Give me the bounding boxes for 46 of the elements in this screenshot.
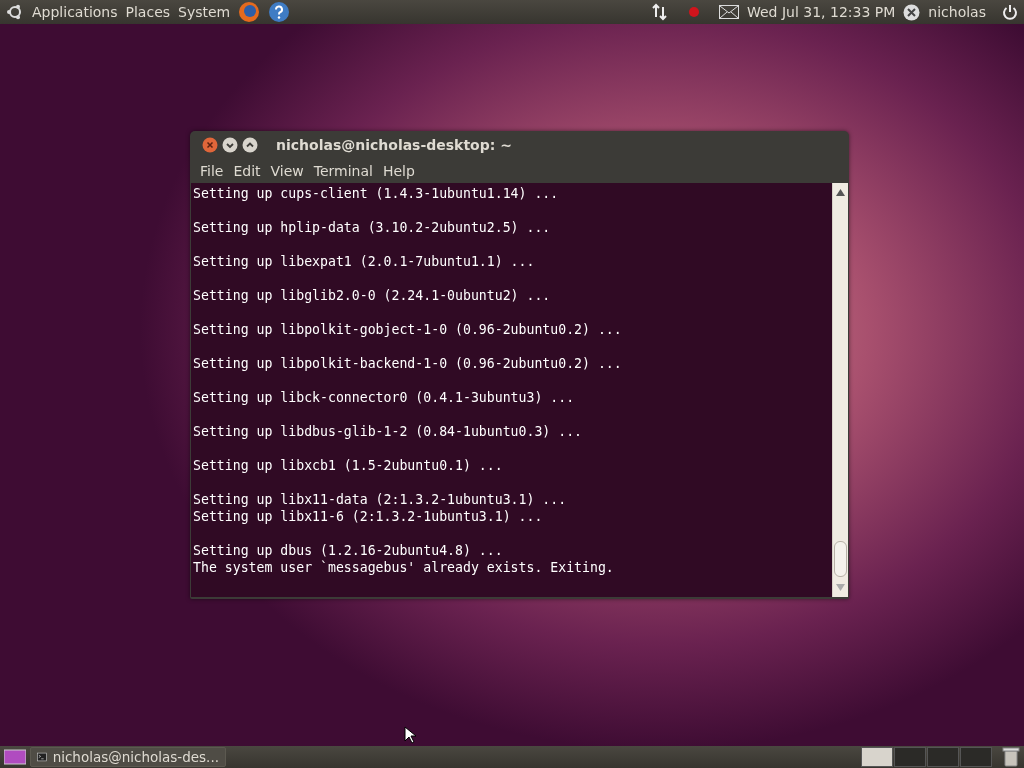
power-icon[interactable]	[1002, 4, 1018, 20]
terminal-line: Setting up dbus (1.2.16-2ubuntu4.8) ...	[193, 542, 504, 559]
taskbar-button[interactable]: nicholas@nicholas-des...	[30, 747, 226, 767]
window-title: nicholas@nicholas-desktop: ~	[276, 136, 512, 153]
browser-globe-icon[interactable]	[238, 1, 261, 23]
scrollbar-thumb[interactable]	[834, 541, 847, 577]
network-arrows-icon[interactable]	[650, 3, 669, 21]
menu-item[interactable]: Edit	[228, 162, 266, 179]
terminal-line: Setting up libpolkit-backend-1-0 (0.96-2ubuntu0.2) ...	[193, 355, 623, 372]
workspace-switcher-cell[interactable]	[960, 747, 992, 767]
close-icon[interactable]	[202, 136, 218, 153]
workspace-switcher-cell[interactable]	[894, 747, 926, 767]
panel-menu[interactable]: Applications	[32, 4, 118, 20]
minimize-icon[interactable]	[222, 136, 238, 153]
record-dot-icon[interactable]	[688, 7, 699, 17]
terminal-line: Setting up hplip-data (3.10.2-2ubuntu2.5) ...	[193, 219, 552, 236]
terminal-line: Setting up cups-client (1.4.3-1ubuntu1.14) ...	[193, 185, 560, 202]
user-name[interactable]: nicholas	[928, 4, 986, 20]
terminal-line: Setting up libx11-data (2:1.3.2-1ubuntu3.1) ...	[193, 491, 568, 508]
maximize-icon[interactable]	[242, 136, 258, 153]
menu-item[interactable]: View	[265, 162, 309, 179]
scroll-up-icon[interactable]	[836, 189, 845, 196]
menu-item[interactable]: Terminal	[308, 162, 378, 179]
help-icon[interactable]	[268, 1, 291, 23]
panel-menu[interactable]: Places	[125, 4, 171, 20]
menu-item[interactable]: File	[195, 162, 229, 179]
clock[interactable]: Wed Jul 31, 12:33 PM	[746, 4, 896, 20]
envelope-icon[interactable]	[718, 5, 739, 19]
ubuntu-logo-icon[interactable]	[6, 3, 24, 21]
terminal-line: Setting up libx11-6 (2:1.3.2-1ubuntu3.1) ...	[193, 508, 544, 525]
scrollbar[interactable]	[832, 183, 848, 597]
workspace-switcher-cell[interactable]	[927, 747, 959, 767]
terminal-line: Setting up libpolkit-gobject-1-0 (0.96-2ubuntu0.2) ...	[193, 321, 623, 338]
menu-item[interactable]: Help	[377, 162, 420, 179]
panel-menu[interactable]: System	[178, 4, 231, 20]
trash-icon[interactable]	[1002, 747, 1020, 767]
terminal-line: Setting up libdbus-glib-1-2 (0.84-1ubuntu0.3) ...	[193, 423, 584, 440]
terminal-icon	[37, 750, 47, 764]
mouse-pointer-icon	[404, 726, 416, 744]
terminal-line: Setting up libxcb1 (1.5-2ubuntu0.1) ...	[193, 457, 504, 474]
terminal-line: Setting up libexpat1 (2.0.1-7ubuntu1.1) ...	[193, 253, 536, 270]
terminal-line: Setting up libck-connector0 (0.4.1-3ubuntu3) ...	[193, 389, 576, 406]
terminal-line: Setting up libglib2.0-0 (2.24.1-0ubuntu2) ...	[193, 287, 552, 304]
user-status-icon[interactable]	[903, 3, 921, 21]
terminal-line: The system user `messagebus' already exists. Exiting.	[193, 559, 615, 576]
workspace-switcher-cell[interactable]	[861, 747, 893, 767]
